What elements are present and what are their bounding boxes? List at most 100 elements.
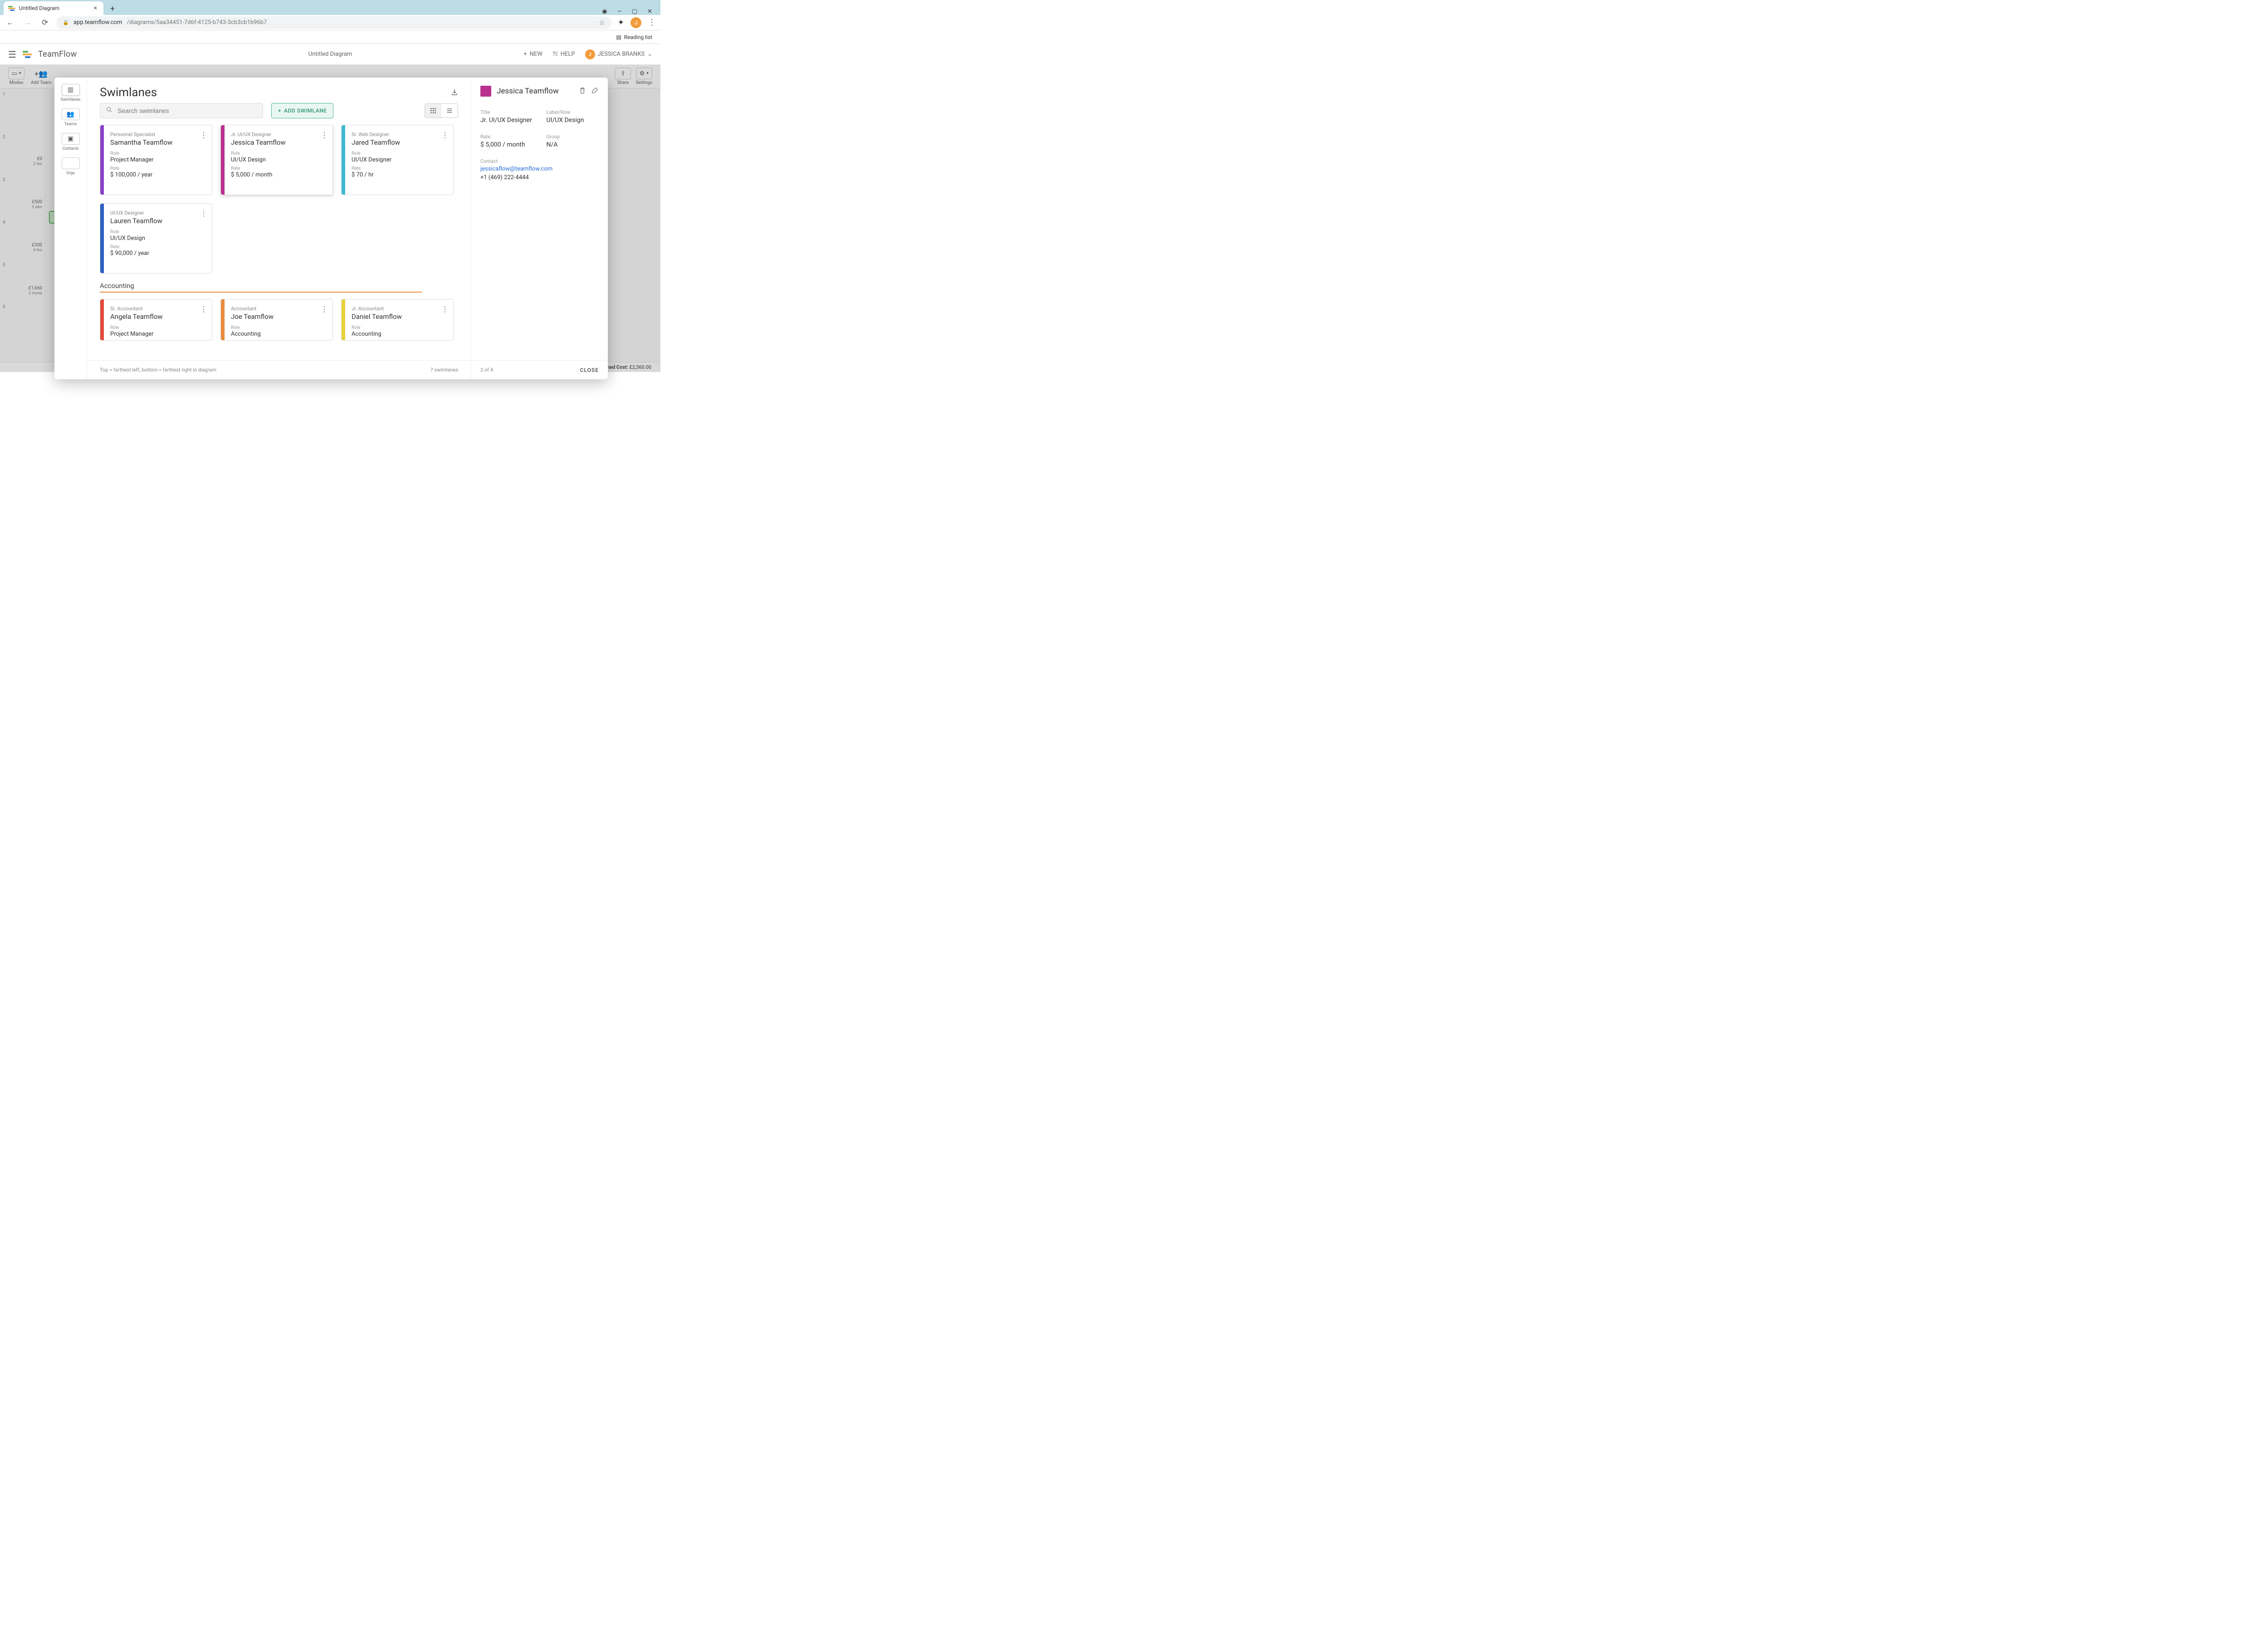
- download-icon[interactable]: [451, 87, 458, 98]
- user-name: JESSICA BRANKS: [598, 51, 645, 58]
- detail-color-swatch[interactable]: [480, 86, 491, 97]
- footer-hint: Top = farthest left, bottom = farthest r…: [100, 367, 216, 373]
- modal-sidebar: ▥ Swimlanes 👥 Teams ▣ Contacts Orgs: [54, 78, 87, 379]
- card-subtitle: Sr. Accountant: [110, 306, 205, 312]
- orgs-icon: [62, 157, 80, 169]
- sidebar-item-contacts[interactable]: ▣ Contacts: [58, 131, 83, 153]
- extensions-icon[interactable]: ✦: [618, 18, 624, 27]
- search-icon: [106, 106, 113, 115]
- swimlane-card[interactable]: ⋮ Jr. Accountant Daniel Teamflow Role Ac…: [341, 299, 454, 341]
- card-name: Daniel Teamflow: [352, 313, 447, 321]
- card-role-value: UI/UX Design: [231, 156, 326, 163]
- swimlane-card[interactable]: ⋮ Sr. Web Designer Jared Teamflow Role U…: [341, 125, 454, 195]
- card-rate-label: Rate: [110, 166, 205, 171]
- bookmark-star-icon[interactable]: ☆: [599, 19, 605, 27]
- close-window-button[interactable]: ✕: [647, 8, 652, 15]
- list-view-button[interactable]: [441, 104, 458, 117]
- search-field[interactable]: [117, 107, 257, 114]
- back-button[interactable]: ←: [5, 16, 16, 29]
- menu-icon[interactable]: ☰: [8, 49, 16, 60]
- card-stripe: [100, 299, 104, 340]
- swimlane-count: 7 swimlanes: [430, 367, 458, 373]
- modal-title: Swimlanes: [100, 86, 157, 99]
- card-menu-icon[interactable]: ⋮: [200, 305, 207, 313]
- card-name: Lauren Teamflow: [110, 217, 205, 225]
- sidebar-item-swimlanes[interactable]: ▥ Swimlanes: [58, 82, 83, 104]
- reading-list-icon[interactable]: ▤: [616, 34, 621, 40]
- reading-list-label[interactable]: Reading list: [624, 34, 652, 40]
- card-menu-icon[interactable]: ⋮: [441, 131, 449, 139]
- search-input[interactable]: [100, 103, 263, 118]
- maximize-button[interactable]: ▢: [632, 8, 637, 15]
- card-rate-label: Rate: [231, 166, 326, 171]
- browser-profile-avatar[interactable]: J: [631, 17, 641, 28]
- detail-title-label: Title: [480, 109, 533, 115]
- swimlane-card[interactable]: ⋮ UI/UX Designer Lauren Teamflow Role UI…: [100, 203, 212, 274]
- detail-rate-value: $ 5,000 / month: [480, 141, 533, 148]
- card-menu-icon[interactable]: ⋮: [321, 305, 328, 313]
- grid-view-button[interactable]: [425, 104, 441, 117]
- tab-title: Untitled Diagram: [19, 5, 59, 11]
- browser-tab[interactable]: Untitled Diagram ×: [4, 1, 103, 15]
- card-menu-icon[interactable]: ⋮: [321, 131, 328, 139]
- url-bar[interactable]: 🔒 app.teamflow.com/diagrams/5aa34451-7d6…: [56, 16, 611, 29]
- sidebar-item-teams[interactable]: 👥 Teams: [58, 107, 83, 128]
- avatar: J: [585, 49, 595, 59]
- card-subtitle: UI/UX Designer: [110, 210, 205, 216]
- card-menu-icon[interactable]: ⋮: [441, 305, 449, 313]
- edit-icon[interactable]: [591, 87, 599, 96]
- card-rate-value: $ 90,000 / year: [110, 250, 205, 257]
- card-stripe: [342, 299, 345, 340]
- delete-icon[interactable]: [579, 87, 586, 96]
- card-subtitle: Accountant: [231, 306, 326, 312]
- card-role-label: Role: [110, 230, 205, 235]
- minimize-button[interactable]: —: [617, 8, 622, 15]
- add-swimlane-button[interactable]: + ADD SWIMLANE: [271, 103, 333, 118]
- close-button[interactable]: CLOSE: [580, 367, 599, 373]
- swimlane-card[interactable]: ⋮ Sr. Accountant Angela Teamflow Role Pr…: [100, 299, 212, 341]
- tab-close-button[interactable]: ×: [92, 4, 99, 13]
- modal-overlay[interactable]: ▥ Swimlanes 👥 Teams ▣ Contacts Orgs: [0, 65, 660, 372]
- card-name: Samantha Teamflow: [110, 138, 205, 147]
- window-controls: ◉ — ▢ ✕: [602, 8, 660, 15]
- card-subtitle: Sr. Web Designer: [352, 132, 447, 137]
- app-header: ☰ TeamFlow Untitled Diagram +NEW ?⃝HELP …: [0, 44, 660, 65]
- user-menu[interactable]: J JESSICA BRANKS ⌄: [585, 49, 652, 59]
- detail-group-label: Group: [547, 134, 599, 140]
- diagram-title[interactable]: Untitled Diagram: [308, 51, 352, 58]
- sidebar-item-orgs[interactable]: Orgs: [58, 156, 83, 177]
- bookmark-bar: ▤ Reading list: [0, 30, 660, 44]
- tab-favicon: [8, 5, 15, 12]
- record-icon[interactable]: ◉: [602, 8, 607, 15]
- section-divider: [100, 292, 422, 293]
- detail-name: Jessica Teamflow: [497, 87, 559, 96]
- detail-pagination: 2 of 4: [480, 367, 493, 373]
- card-rate-value: $ 70 / hr: [352, 171, 447, 178]
- detail-rate-label: Rate: [480, 134, 533, 140]
- card-menu-icon[interactable]: ⋮: [200, 209, 207, 218]
- browser-menu-icon[interactable]: ⋮: [648, 18, 656, 27]
- help-button[interactable]: ?⃝HELP: [552, 51, 575, 58]
- detail-email[interactable]: jessicaflow@teamflow.com: [480, 166, 599, 172]
- card-subtitle: Jr. UI/UX Designer: [231, 132, 326, 137]
- swimlanes-icon: ▥: [62, 84, 80, 96]
- swimlane-card[interactable]: ⋮ Accountant Joe Teamflow Role Accountin…: [220, 299, 333, 341]
- detail-contact-label: Contact: [480, 158, 599, 164]
- new-button[interactable]: +NEW: [523, 51, 543, 58]
- forward-button[interactable]: →: [22, 16, 34, 29]
- contacts-icon: ▣: [62, 133, 80, 145]
- card-role-value: Accounting: [352, 331, 447, 337]
- card-menu-icon[interactable]: ⋮: [200, 131, 207, 139]
- address-bar: ← → ⟳ 🔒 app.teamflow.com/diagrams/5aa344…: [0, 15, 660, 30]
- swimlane-card[interactable]: ⋮ Personnel Specialist Samantha Teamflow…: [100, 125, 212, 195]
- card-rate-value: $ 100,000 / year: [110, 171, 205, 178]
- teams-icon: 👥: [62, 108, 80, 120]
- section-title-accounting: Accounting: [100, 282, 458, 290]
- detail-phone: +1 (469) 222-4444: [480, 174, 599, 181]
- reload-button[interactable]: ⟳: [40, 16, 50, 29]
- browser-tab-strip: Untitled Diagram × + ◉ — ▢ ✕: [0, 0, 660, 15]
- swimlane-card[interactable]: ⋮ Jr. UI/UX Designer Jessica Teamflow Ro…: [220, 125, 333, 195]
- new-tab-button[interactable]: +: [106, 2, 119, 15]
- card-subtitle: Jr. Accountant: [352, 306, 447, 312]
- card-stripe: [100, 125, 104, 195]
